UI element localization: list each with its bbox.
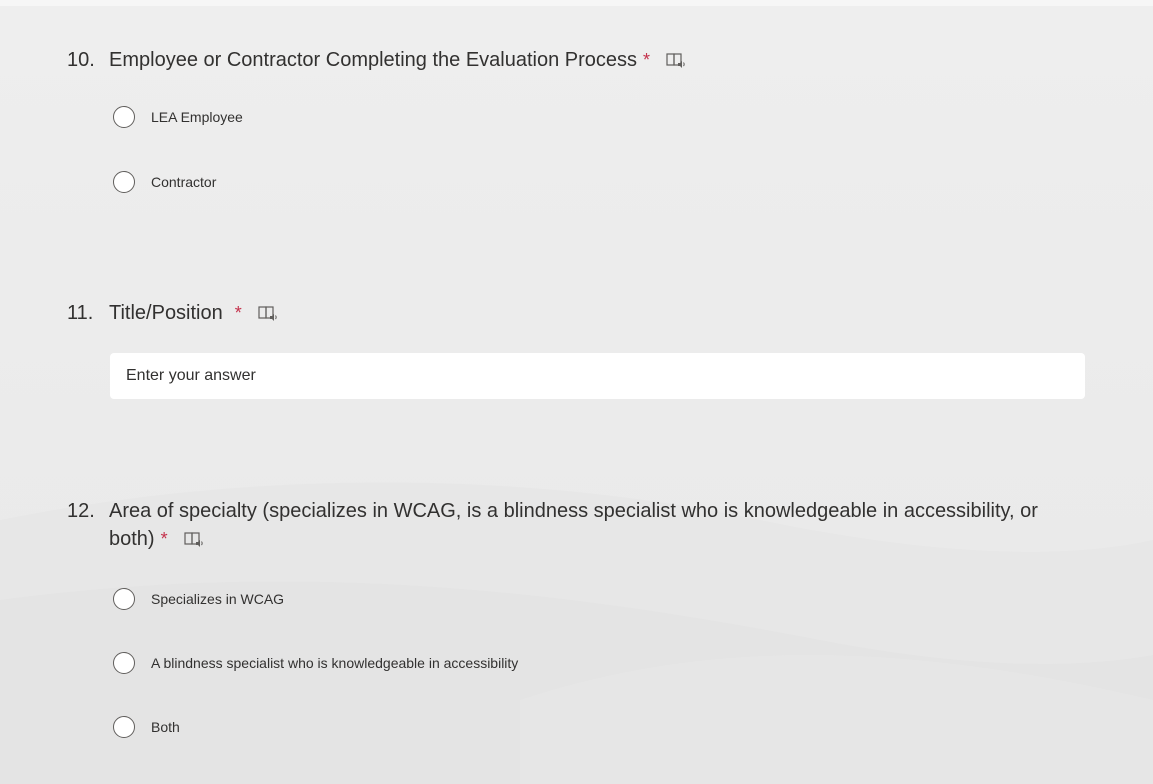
option-label: Contractor: [151, 174, 217, 190]
immersive-reader-icon[interactable]: [666, 50, 686, 68]
option-label: Both: [151, 719, 180, 735]
radio-option-both[interactable]: Both: [113, 714, 180, 740]
question-title: 10. Employee or Contractor Completing th…: [67, 46, 1097, 74]
form-page: 10. Employee or Contractor Completing th…: [0, 0, 1153, 784]
required-asterisk: *: [160, 529, 168, 549]
question-text: Area of specialty (specializes in WCAG, …: [109, 500, 1038, 550]
radio-option-blindness-specialist[interactable]: A blindness specialist who is knowledgea…: [113, 650, 518, 676]
question-number: 11.: [67, 302, 94, 324]
radio-button[interactable]: [113, 171, 135, 193]
question-11: 11. Title/Position *: [67, 299, 1097, 327]
title-position-input[interactable]: Enter your answer: [110, 353, 1085, 399]
radio-option-contractor[interactable]: Contractor: [113, 169, 216, 195]
immersive-reader-icon[interactable]: [184, 529, 204, 547]
question-text: Employee or Contractor Completing the Ev…: [109, 49, 638, 71]
input-placeholder: Enter your answer: [126, 367, 256, 384]
immersive-reader-icon[interactable]: [258, 303, 278, 321]
question-title: 11. Title/Position *: [67, 299, 1097, 327]
radio-button[interactable]: [113, 716, 135, 738]
radio-option-lea-employee[interactable]: LEA Employee: [113, 104, 243, 130]
option-label: LEA Employee: [151, 109, 243, 125]
required-asterisk: *: [234, 303, 242, 323]
question-number: 12.: [67, 500, 95, 522]
option-label: A blindness specialist who is knowledgea…: [151, 655, 519, 671]
question-12: 12. Area of specialty (specializes in WC…: [67, 497, 1097, 553]
required-asterisk: *: [643, 50, 651, 70]
question-text: Title/Position: [109, 302, 223, 324]
radio-button[interactable]: [113, 588, 135, 610]
top-band: [0, 0, 1153, 6]
question-number: 10.: [67, 49, 95, 71]
radio-button[interactable]: [113, 106, 135, 128]
question-10: 10. Employee or Contractor Completing th…: [67, 46, 1097, 74]
option-label: Specializes in WCAG: [151, 591, 285, 607]
question-title: 12. Area of specialty (specializes in WC…: [67, 497, 1097, 553]
radio-option-specializes-wcag[interactable]: Specializes in WCAG: [113, 586, 284, 612]
radio-button[interactable]: [113, 652, 135, 674]
